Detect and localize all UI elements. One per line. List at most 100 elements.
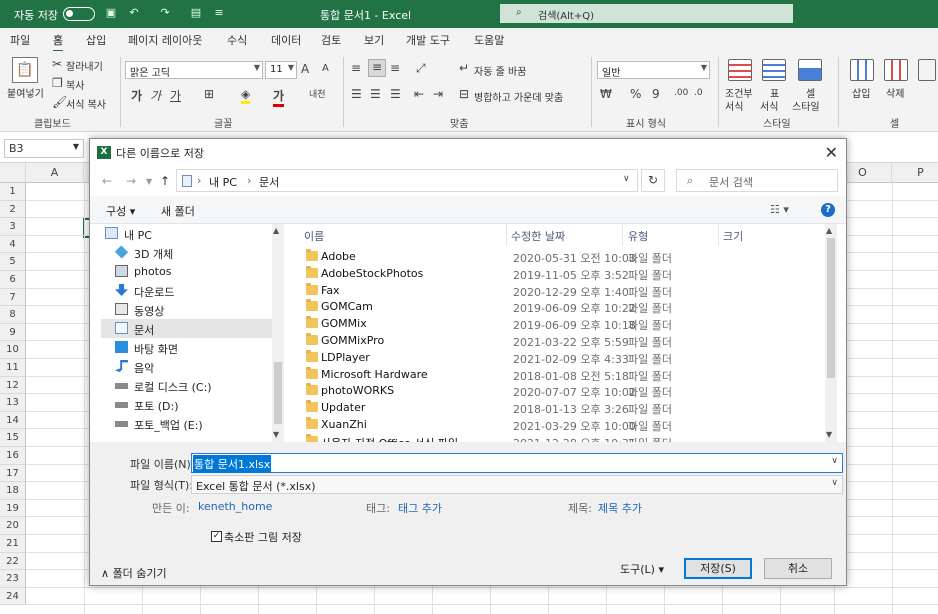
row-header[interactable]: 1 (0, 183, 26, 201)
tags-value[interactable]: 태그 추가 (398, 500, 442, 516)
file-row[interactable]: Microsoft Hardware 2018-01-08 오전 5:18 파일 폴… (290, 366, 825, 383)
undo-icon[interactable]: ↶ (127, 6, 141, 20)
title-value[interactable]: 제목 추가 (598, 500, 642, 516)
copy-button[interactable]: 복사 (66, 77, 84, 92)
file-row[interactable]: LDPlayer 2021-02-09 오후 4:33 파일 폴더 (290, 349, 825, 366)
scroll-up-icon[interactable]: ▲ (826, 226, 832, 235)
conditional-format-icon[interactable] (728, 59, 752, 81)
forward-arrow-icon[interactable]: → (126, 174, 136, 188)
dialog-search-box[interactable]: ⌕ 문서 검색 (676, 169, 838, 192)
copy-icon[interactable]: ❐ (52, 76, 63, 90)
row-header[interactable]: 23 (0, 570, 26, 588)
merge-center-icon[interactable]: ⊟ (459, 87, 469, 101)
row-header[interactable]: 4 (0, 235, 26, 254)
increase-font-icon[interactable]: A (301, 62, 309, 76)
row-header[interactable]: 12 (0, 376, 26, 395)
phonetic-icon[interactable]: 내천 (309, 87, 326, 100)
orientation-icon[interactable]: ⤢ (416, 61, 426, 76)
number-format-combo[interactable]: 일반 ▼ (597, 61, 710, 79)
align-center-icon[interactable]: ☰ (370, 87, 381, 101)
tab-developer[interactable]: 개발 도구 (406, 32, 450, 48)
tab-insert[interactable]: 삽입 (86, 32, 106, 48)
cut-button[interactable]: 잘라내기 (66, 58, 103, 73)
row-header[interactable]: 8 (0, 306, 26, 324)
breadcrumb-documents[interactable]: 문서 (259, 174, 279, 190)
delete-cells-button[interactable]: 삭제 (886, 85, 904, 100)
chevron-down-icon[interactable]: ∨ (831, 456, 838, 466)
nav-item[interactable]: 3D 개체 (101, 243, 272, 262)
nav-item[interactable]: 동영상 (101, 300, 272, 319)
row-header[interactable]: 9 (0, 323, 26, 342)
scroll-down-icon[interactable]: ▼ (273, 430, 279, 439)
format-cells-icon[interactable] (918, 59, 936, 81)
nav-item[interactable]: 다운로드 (101, 281, 272, 300)
nav-item[interactable]: 음악 (101, 357, 272, 376)
scroll-down-icon[interactable]: ▼ (826, 430, 832, 439)
refresh-button[interactable]: ↻ (641, 169, 665, 192)
row-header[interactable]: 21 (0, 535, 26, 553)
file-row[interactable]: GOMMix 2019-06-09 오후 10:18 파일 폴더 (290, 315, 825, 332)
column-divider[interactable] (718, 224, 719, 246)
author-value[interactable]: keneth_home (198, 500, 272, 513)
cancel-button[interactable]: 취소 (764, 558, 832, 579)
column-divider[interactable] (622, 224, 623, 246)
chevron-down-icon[interactable]: ∨ (623, 174, 630, 184)
underline-icon[interactable]: 가 (170, 87, 181, 104)
filename-value[interactable]: 통합 문서1.xlsx (193, 455, 272, 473)
tab-help[interactable]: 도움말 (474, 32, 504, 48)
align-right-icon[interactable]: ☰ (390, 87, 401, 101)
tab-formulas[interactable]: 수식 (227, 32, 247, 48)
nav-item[interactable]: 문서 (101, 319, 272, 338)
column-header-p[interactable]: P (892, 163, 938, 183)
file-list-scroll-thumb[interactable] (827, 238, 835, 378)
scroll-up-icon[interactable]: ▲ (273, 226, 279, 235)
merge-center-button[interactable]: 병합하고 가운데 맞춤 (474, 89, 563, 104)
nav-item[interactable]: 포토_백업 (E:) (101, 414, 272, 433)
accounting-icon[interactable]: ₩ (600, 87, 612, 101)
breadcrumb-my-pc[interactable]: 내 PC (209, 174, 237, 190)
row-header[interactable]: 16 (0, 447, 26, 465)
organize-button[interactable]: 구성 ▾ (106, 203, 135, 219)
increase-decimal-icon[interactable]: .00 (674, 88, 688, 98)
align-middle-icon[interactable]: ≡ (368, 59, 386, 77)
row-header[interactable]: 20 (0, 517, 26, 535)
delete-cells-icon[interactable] (884, 59, 908, 81)
format-painter-button[interactable]: 서식 복사 (66, 96, 106, 111)
insert-cells-icon[interactable] (850, 59, 874, 81)
file-list-scrollbar[interactable]: ▲ ▼ (825, 224, 837, 442)
format-painter-icon[interactable]: 🖌 (52, 95, 67, 109)
column-date[interactable]: 수정한 날짜 (511, 228, 565, 244)
row-header[interactable]: 17 (0, 464, 26, 483)
row-header[interactable]: 19 (0, 499, 26, 518)
new-folder-button[interactable]: 새 폴더 (161, 203, 195, 219)
navigation-scroll-thumb[interactable] (274, 362, 282, 424)
help-icon[interactable]: ? (821, 203, 835, 217)
row-header[interactable]: 7 (0, 288, 26, 307)
view-options-icon[interactable]: ☷ ▾ (770, 203, 789, 216)
save-icon[interactable]: ▣ (104, 6, 118, 20)
row-header[interactable]: 5 (0, 253, 26, 271)
row-header[interactable]: 18 (0, 482, 26, 500)
percent-icon[interactable]: % (630, 87, 641, 101)
hide-folders-button[interactable]: ∧ 폴더 숨기기 (101, 565, 167, 581)
column-size[interactable]: 크기 (723, 228, 743, 244)
row-header[interactable]: 15 (0, 429, 26, 447)
tools-button[interactable]: 도구(L) ▾ (620, 561, 664, 577)
tab-view[interactable]: 보기 (364, 32, 384, 48)
thumbnail-checkbox[interactable]: ✓ (211, 531, 222, 542)
column-name[interactable]: 이름 (304, 228, 324, 244)
filename-input[interactable]: 통합 문서1.xlsx ∨ (191, 453, 843, 473)
navigation-scrollbar[interactable]: ▲ ▼ (272, 224, 284, 442)
search-box[interactable]: ⌕ 검색(Alt+Q) (500, 4, 793, 23)
nav-item[interactable]: 바탕 화면 (101, 338, 272, 357)
row-header[interactable]: 10 (0, 341, 26, 359)
print-preview-icon[interactable]: ▤ (189, 6, 203, 20)
paste-icon[interactable]: 📋 (12, 57, 38, 83)
comma-icon[interactable]: 9 (652, 87, 660, 101)
row-header[interactable]: 6 (0, 271, 26, 289)
file-row[interactable]: AdobeStockPhotos 2019-11-05 오후 3:52 파일 폴더 (290, 265, 825, 282)
tab-file[interactable]: 파일 (10, 32, 30, 48)
file-row[interactable]: GOMCam 2019-06-09 오후 10:22 파일 폴더 (290, 298, 825, 315)
filetype-select[interactable]: Excel 통합 문서 (*.xlsx) ∨ (191, 475, 843, 494)
row-header[interactable]: 3 (0, 218, 26, 236)
